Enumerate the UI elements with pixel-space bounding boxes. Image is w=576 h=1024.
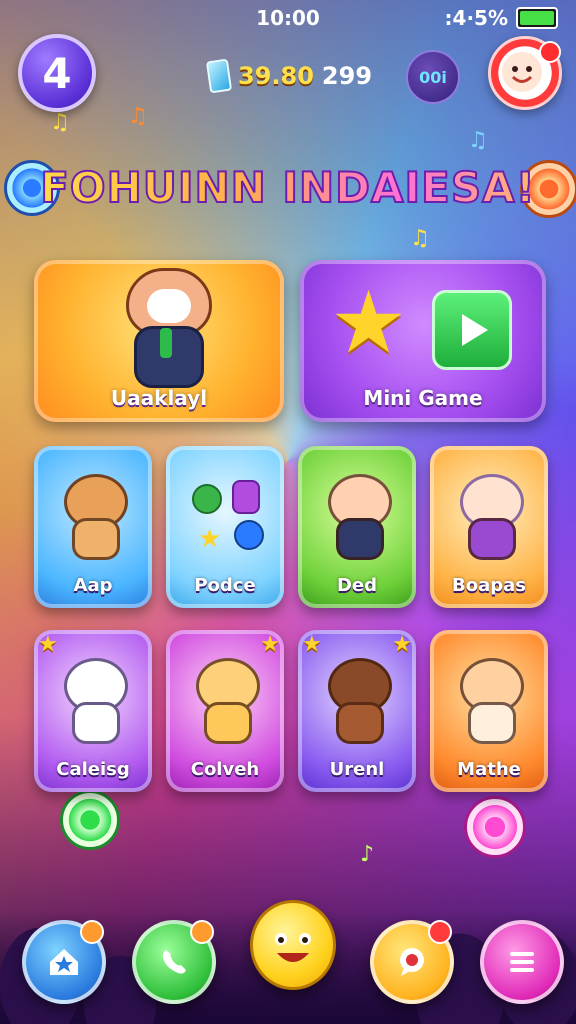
star-icon: ★ [38,632,58,657]
game-card[interactable]: ★ Caleisg [34,630,152,792]
game-card[interactable]: ★ Podce [166,446,284,608]
menu-icon [510,952,534,972]
featured-tile-label: Uaaklayl [110,386,208,410]
nav-chat-button[interactable] [370,920,454,1004]
extra-value: 299 [321,62,373,90]
game-card[interactable]: Aap [34,446,152,608]
home-icon [50,949,78,975]
battery-percent: :4·5% [444,6,508,30]
star-icon: ★ [302,632,322,657]
puppy-character-image [322,658,392,744]
card-label: Podce [194,575,256,596]
card-label: Ded [336,575,378,596]
mini-game-tile[interactable]: ★ Mini Game [300,260,546,422]
potion-items-image: ★ [190,474,264,554]
status-indicators: :4·5% [445,6,558,30]
cat-tie [160,328,172,358]
card-label: Urenl [329,759,385,780]
notification-dot [428,920,452,944]
cat-mascot-image [116,268,216,388]
hamster-character-image [454,658,524,744]
boy-character-image [322,474,392,560]
candy-ring-bottom-left [60,790,120,850]
music-note-icon: ♫ [50,110,70,135]
profile-avatar-button[interactable] [488,36,562,110]
card-label: Colveh [190,759,260,780]
nav-phone-button[interactable] [132,920,216,1004]
dog-character-image [58,474,128,560]
battery-fill [520,11,554,25]
battery-icon [516,7,558,29]
game-card[interactable]: ★ ★ Urenl [298,630,416,792]
girl-character-image [454,474,524,560]
candy-ring-bottom-right [464,796,526,858]
chat-icon [400,948,424,976]
music-note-icon: ♫ [128,104,148,129]
level-number: 4 [42,48,72,98]
level-badge[interactable]: 4 [18,34,96,112]
star-icon: ★ [260,632,280,657]
music-note-icon: ♫ [468,128,488,153]
card-label: Aap [73,575,113,596]
bear-character-image [58,658,128,744]
play-button[interactable] [432,290,512,370]
game-card[interactable]: Boapas [430,446,548,608]
settings-chip[interactable]: 00i [406,50,460,104]
gem-icon [205,58,233,94]
notification-dot [80,920,104,944]
mini-game-label: Mini Game [363,386,483,410]
featured-game-tile[interactable]: Uaaklayl [34,260,284,422]
star-icon: ★ [330,273,408,373]
game-card[interactable]: ★ Colveh [166,630,284,792]
smiley-icon [275,933,311,962]
game-card[interactable]: Ded [298,446,416,608]
game-card[interactable]: Mathe [430,630,548,792]
nav-home-button[interactable] [22,920,106,1004]
fox-character-image [190,658,260,744]
nav-mascot-button[interactable] [250,900,336,990]
coins-value: 39.80 [238,62,314,90]
music-note-icon: ♪ [360,842,375,867]
nav-menu-button[interactable] [480,920,564,1004]
game-title: FOHUINN INDAIESA! [0,162,576,213]
currency-display[interactable]: 39.80 299 [205,58,373,94]
phone-icon [162,950,186,974]
card-label: Mathe [457,759,521,780]
play-icon [462,314,488,346]
card-label: Caleisg [56,759,130,780]
star-icon: ★ [392,632,412,657]
notification-dot [539,41,561,63]
chip-label: 00i [419,67,447,87]
music-note-icon: ♫ [410,226,430,251]
notification-dot [190,920,214,944]
card-label: Boapas [452,575,526,596]
